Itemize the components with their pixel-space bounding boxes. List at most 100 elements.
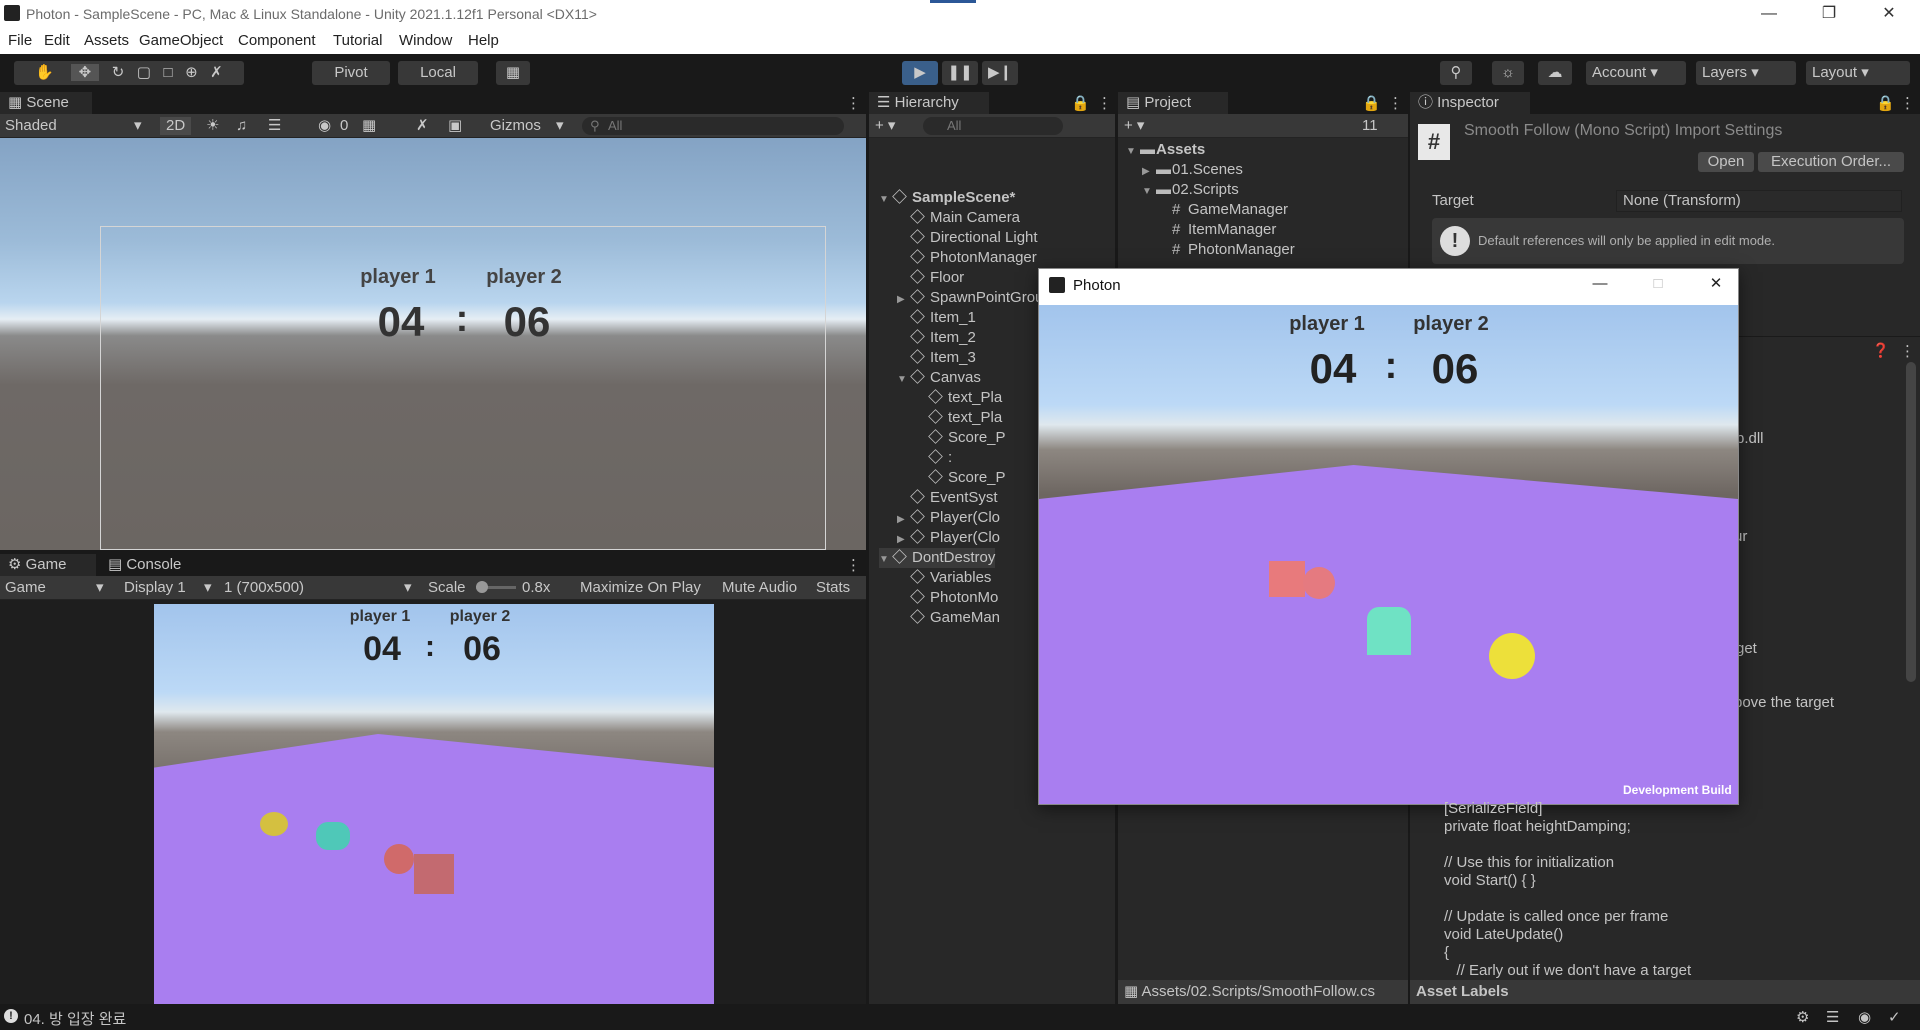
tab-console[interactable]: ▤ Console — [100, 554, 210, 576]
player-maximize-icon[interactable]: □ — [1635, 271, 1681, 297]
help-icon[interactable]: ❓ — [1872, 342, 1889, 359]
lighting-icon[interactable]: ☀ — [206, 117, 219, 135]
hierarchy-item[interactable]: PhotonMo — [897, 588, 998, 608]
expand-arrow-icon[interactable]: ▼ — [1126, 142, 1140, 162]
game-view-chevron-icon[interactable]: ▾ — [96, 579, 104, 597]
tab-game[interactable]: ⚙ Game — [0, 554, 96, 576]
tab-inspector[interactable]: ⓘ Inspector — [1410, 92, 1530, 114]
expand-arrow-icon[interactable]: ▶ — [897, 510, 911, 530]
hierarchy-item[interactable]: text_Pla — [915, 408, 1002, 428]
hierarchy-item[interactable]: ▶ SpawnPointGroup — [897, 288, 1052, 308]
hierarchy-item[interactable]: Floor — [897, 268, 964, 288]
hierarchy-item[interactable]: Variables — [897, 568, 991, 588]
scale-tool-icon[interactable]: ▢ — [137, 64, 151, 81]
status-message[interactable]: 04. 방 입장 완료 — [24, 1008, 126, 1029]
search-icon[interactable]: ⚲ — [1440, 61, 1472, 85]
restore-icon[interactable]: ❐ — [1806, 0, 1852, 28]
shading-chevron-icon[interactable]: ▾ — [134, 117, 142, 135]
stats-toggle[interactable]: Stats — [816, 579, 850, 597]
menu-edit[interactable]: Edit — [44, 32, 70, 49]
hierarchy-item[interactable]: Item_2 — [897, 328, 976, 348]
resolution-dropdown[interactable]: 1 (700x500) — [224, 579, 304, 597]
stack-icon[interactable]: ☰ — [1826, 1008, 1839, 1026]
scene-menu-icon[interactable]: ⋮ — [846, 94, 861, 112]
toggle-2d-button[interactable]: 2D — [160, 117, 192, 135]
hierarchy-item[interactable]: ▶ Player(Clo — [897, 528, 1000, 548]
custom-tool-icon[interactable]: ✗ — [210, 64, 223, 81]
rect-tool-icon[interactable]: □ — [164, 64, 173, 81]
expand-arrow-icon[interactable]: ▶ — [897, 530, 911, 550]
menu-assets[interactable]: Assets — [84, 32, 129, 49]
transform-tool-icon[interactable]: ⊕ — [185, 64, 198, 81]
menu-tutorial[interactable]: Tutorial — [333, 32, 382, 49]
hand-tool-icon[interactable]: ✋ — [35, 64, 54, 81]
grid-icon[interactable]: ▦ — [362, 117, 376, 135]
scale-slider[interactable] — [476, 581, 516, 593]
game-menu-icon[interactable]: ⋮ — [846, 556, 861, 574]
hierarchy-item[interactable]: Score_P — [915, 468, 1006, 488]
inspector-menu-icon[interactable]: ⋮ — [1900, 94, 1915, 112]
inspector-scrollbar[interactable] — [1906, 362, 1916, 682]
services-icon[interactable]: ☼ — [1492, 61, 1524, 85]
move-tool-icon[interactable]: ✥ — [70, 64, 100, 81]
game-view-dropdown[interactable]: Game — [5, 579, 46, 597]
step-button[interactable]: ▶❙ — [982, 61, 1018, 85]
hierarchy-item[interactable]: ▼ SampleScene* — [879, 188, 1015, 208]
hierarchy-item[interactable]: Score_P — [915, 428, 1006, 448]
menu-window[interactable]: Window — [399, 32, 452, 49]
account-dropdown[interactable]: Account ▾ — [1586, 61, 1686, 85]
local-toggle[interactable]: Local — [398, 61, 478, 85]
scene-viewport[interactable]: player 1 player 2 04 : 06 — [0, 138, 866, 550]
hierarchy-item[interactable]: PhotonManager — [897, 248, 1037, 268]
expand-arrow-icon[interactable]: ▼ — [879, 550, 893, 570]
asset-labels-bar[interactable]: Asset Labels — [1410, 980, 1920, 1004]
project-menu-icon[interactable]: ⋮ — [1388, 94, 1403, 112]
mute-audio-toggle[interactable]: Mute Audio — [722, 579, 797, 597]
hierarchy-item[interactable]: Main Camera — [897, 208, 1020, 228]
create-button[interactable]: + ▾ — [875, 117, 895, 135]
hierarchy-item[interactable]: Directional Light — [897, 228, 1038, 248]
open-button[interactable]: Open — [1698, 152, 1754, 172]
tools-icon[interactable]: ✗ — [416, 117, 429, 135]
project-folder[interactable]: ▼ ▬02.Scripts — [1142, 180, 1239, 200]
hierarchy-item[interactable]: text_Pla — [915, 388, 1002, 408]
project-lock-icon[interactable]: 🔒 — [1362, 94, 1381, 112]
player-minimize-icon[interactable]: — — [1577, 271, 1623, 297]
scene-search-input[interactable]: ⚲ All — [582, 117, 844, 135]
effects-icon[interactable]: ☰ — [268, 117, 281, 135]
layers-dropdown[interactable]: Layers ▾ — [1696, 61, 1796, 85]
expand-arrow-icon[interactable]: ▶ — [1142, 162, 1156, 182]
hierarchy-item[interactable]: Item_1 — [897, 308, 976, 328]
hierarchy-item[interactable]: ▶ Player(Clo — [897, 508, 1000, 528]
rotate-tool-icon[interactable]: ↻ — [112, 64, 125, 81]
pivot-toggle[interactable]: Pivot — [312, 61, 390, 85]
bug-icon[interactable]: ⚙ — [1796, 1008, 1809, 1026]
hierarchy-item[interactable]: Item_3 — [897, 348, 976, 368]
hierarchy-search-input[interactable]: All — [923, 117, 1063, 135]
menu-gameobject[interactable]: GameObject — [139, 32, 223, 49]
menu-file[interactable]: File — [8, 32, 32, 49]
shading-mode-dropdown[interactable]: Shaded — [5, 117, 57, 135]
minimize-icon[interactable]: — — [1746, 0, 1792, 28]
hierarchy-item[interactable]: EventSyst — [897, 488, 998, 508]
project-folder[interactable]: ▼ ▬Assets — [1126, 140, 1205, 160]
hierarchy-item[interactable]: : — [915, 448, 952, 468]
expand-arrow-icon[interactable]: ▼ — [879, 190, 893, 210]
check-icon[interactable]: ✓ — [1888, 1008, 1901, 1026]
tab-hierarchy[interactable]: ☰ Hierarchy — [869, 92, 989, 114]
expand-arrow-icon[interactable]: ▼ — [897, 370, 911, 390]
expand-arrow-icon[interactable]: ▶ — [897, 290, 911, 310]
hidden-objects-icon[interactable]: ◉ — [318, 117, 331, 135]
layout-dropdown[interactable]: Layout ▾ — [1806, 61, 1910, 85]
project-folder[interactable]: ▶ ▬01.Scenes — [1142, 160, 1243, 180]
gizmos-chevron-icon[interactable]: ▾ — [556, 117, 564, 135]
progress-icon[interactable]: ◉ — [1858, 1008, 1871, 1026]
player-viewport[interactable]: player 1 player 2 04 : 06 Development Bu… — [1039, 305, 1738, 804]
hierarchy-item[interactable]: GameMan — [897, 608, 1000, 628]
player-close-icon[interactable]: ✕ — [1693, 271, 1739, 297]
resolution-chevron-icon[interactable]: ▾ — [404, 579, 412, 597]
maximize-on-play-toggle[interactable]: Maximize On Play — [580, 579, 701, 597]
play-button[interactable]: ▶ — [902, 61, 938, 85]
project-create-button[interactable]: + ▾ — [1124, 117, 1144, 135]
display-dropdown[interactable]: Display 1 — [124, 579, 186, 597]
